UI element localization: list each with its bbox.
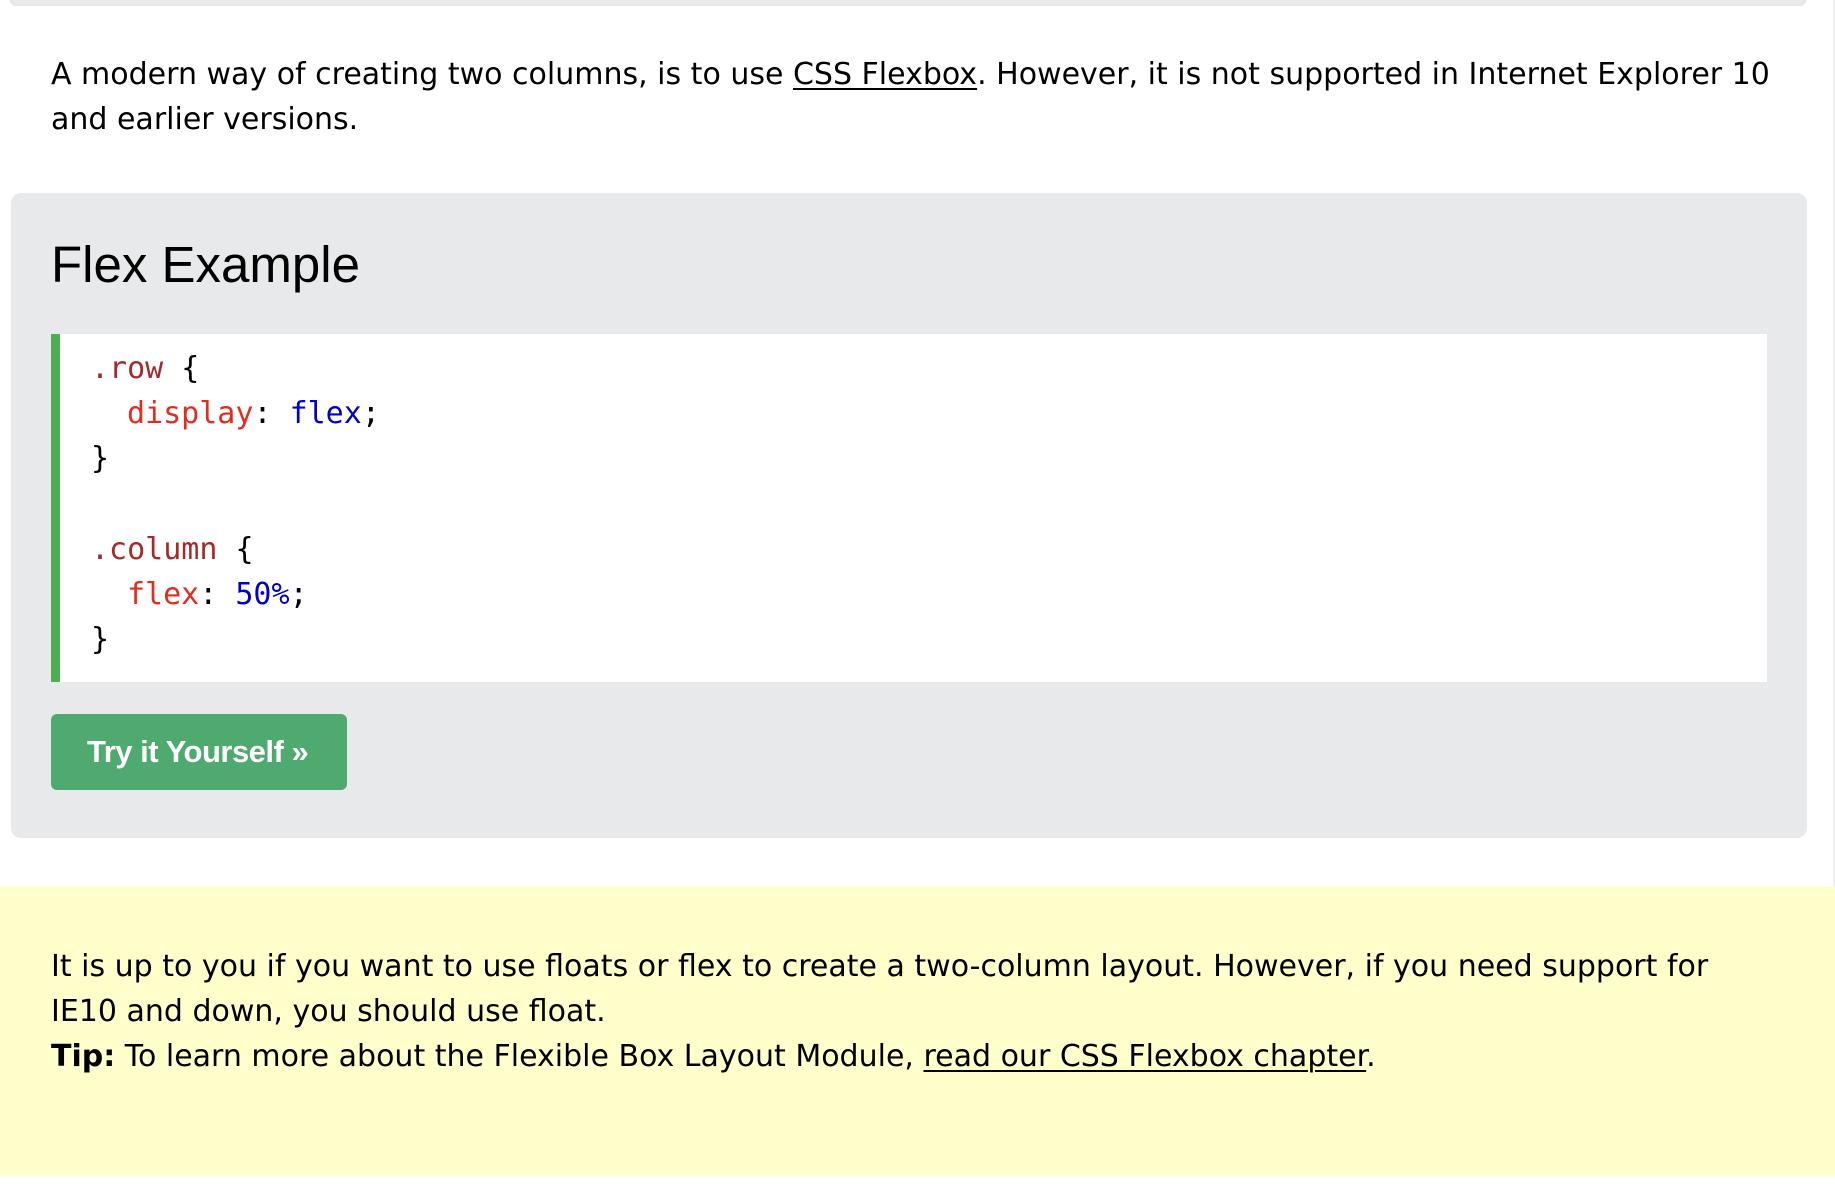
example-title: Flex Example: [51, 236, 360, 293]
note-panel: It is up to you if you want to use float…: [0, 886, 1835, 1176]
code-line-row-declaration: display: flex;: [127, 391, 380, 436]
column-value: 50%: [235, 577, 290, 612]
code-block: .row { display: flex; } .column { flex: …: [51, 334, 1767, 682]
css-flexbox-link[interactable]: CSS Flexbox: [793, 57, 977, 92]
column-semicolon: ;: [289, 577, 308, 612]
code-line-column-declaration: flex: 50%;: [127, 572, 308, 617]
intro-text-before: A modern way of creating two columns, is…: [51, 57, 793, 92]
column-property: flex: [127, 577, 200, 612]
try-it-yourself-button[interactable]: Try it Yourself »: [51, 714, 347, 790]
tip-paragraph: Tip: To learn more about the Flexible Bo…: [51, 1034, 1781, 1079]
tip-text: To learn more about the Flexible Box Lay…: [115, 1039, 924, 1074]
row-open-brace: {: [163, 351, 200, 386]
tip-label: Tip:: [51, 1039, 116, 1074]
column-close-brace: }: [91, 622, 110, 657]
css-flexbox-chapter-link[interactable]: read our CSS Flexbox chapter: [923, 1039, 1366, 1074]
code-line-column-selector: .column {: [91, 527, 254, 572]
previous-panel-bottom-edge: [10, 0, 1806, 6]
flex-example-panel: Flex Example .row { display: flex; } .co…: [11, 193, 1807, 838]
row-selector: .row: [91, 351, 164, 386]
code-line-row-close: }: [91, 436, 109, 481]
tip-end: .: [1366, 1039, 1376, 1074]
row-value: flex: [289, 396, 362, 431]
row-colon: :: [253, 396, 290, 431]
row-semicolon: ;: [361, 396, 380, 431]
code-line-row-selector: .row {: [91, 346, 199, 391]
row-property: display: [127, 396, 254, 431]
row-close-brace: }: [91, 441, 110, 476]
column-selector: .column: [91, 532, 218, 567]
intro-paragraph: A modern way of creating two columns, is…: [51, 52, 1781, 142]
note-paragraph: It is up to you if you want to use float…: [51, 949, 1709, 1029]
code-line-column-close: }: [91, 617, 109, 662]
column-open-brace: {: [217, 532, 254, 567]
column-colon: :: [199, 577, 236, 612]
